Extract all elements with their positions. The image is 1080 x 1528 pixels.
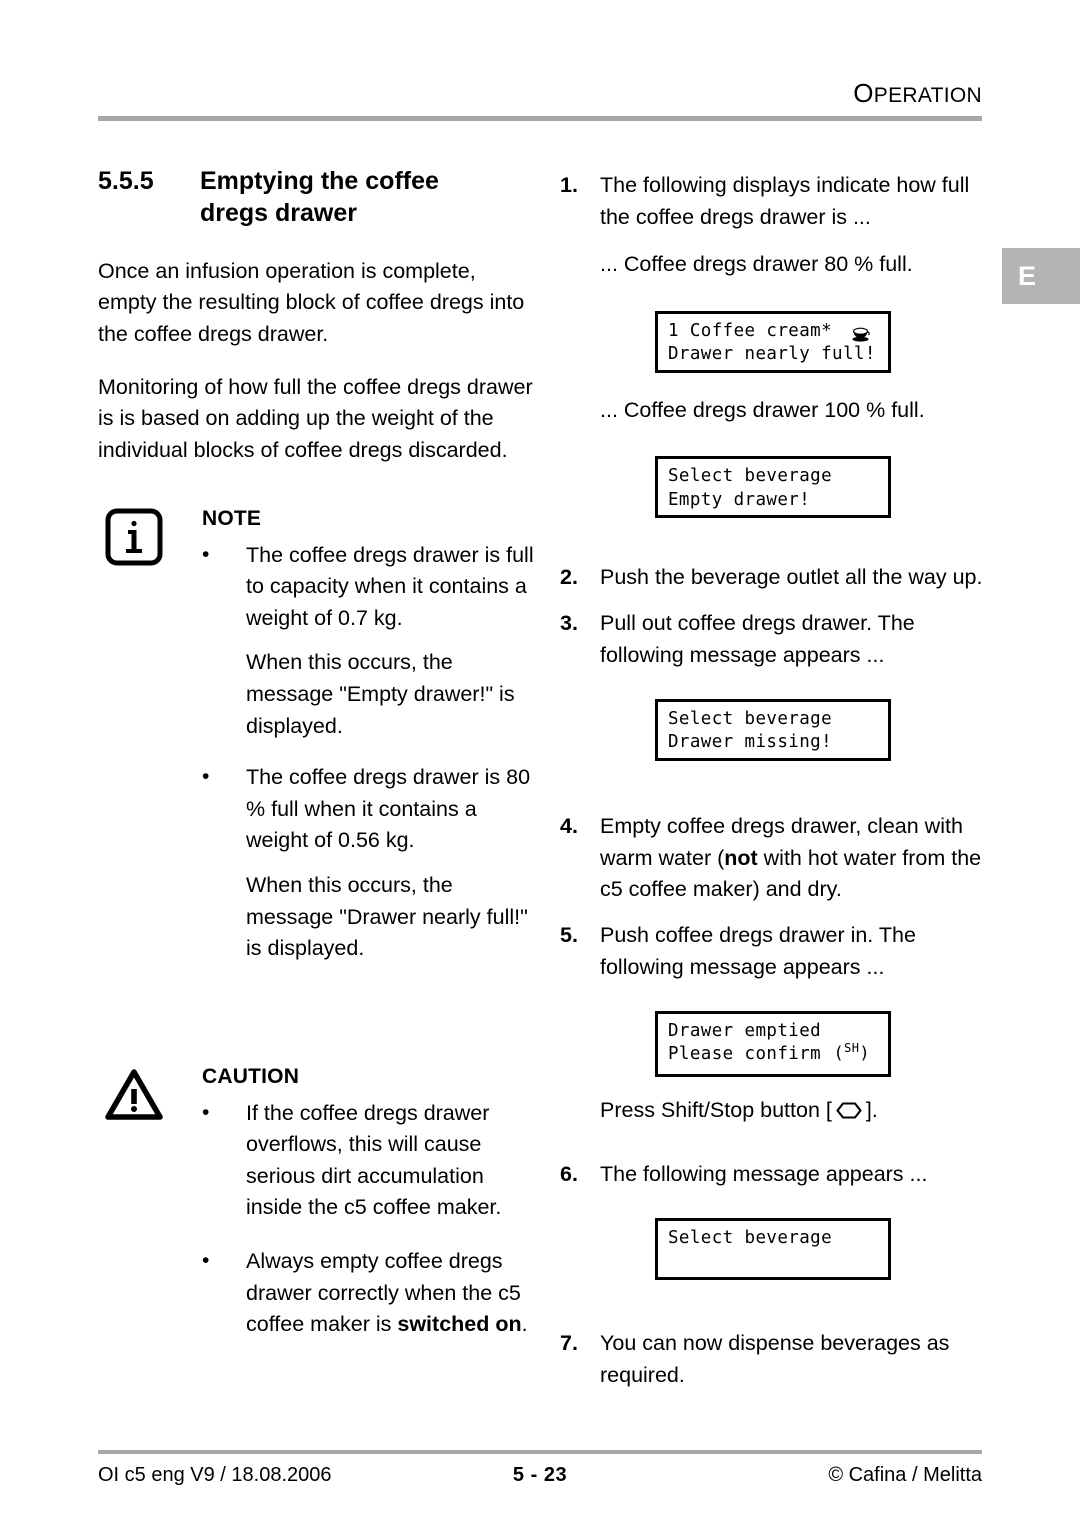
- note-title: NOTE: [202, 506, 262, 530]
- step-5: 5. Push coffee dregs drawer in. The foll…: [560, 920, 985, 983]
- header-title-rest: PERATION: [873, 84, 982, 107]
- left-column: 5.5.5 Emptying the coffee dregs drawer O…: [98, 165, 538, 1354]
- step-1-number: 1.: [560, 173, 578, 197]
- section-title-line-2: dregs drawer: [200, 199, 358, 228]
- step-4-number: 4.: [560, 814, 578, 839]
- section-title-line-1: Emptying the coffee: [200, 167, 439, 195]
- lcd-line-1: Drawer emptied: [668, 1021, 822, 1042]
- step-3: 3. Pull out coffee dregs drawer. The fol…: [560, 608, 985, 671]
- press-shift-stop-line: Press Shift/Stop button [].: [600, 1095, 985, 1127]
- step-3-number: 3.: [560, 610, 578, 635]
- caution-bullet-2-post: .: [521, 1312, 528, 1337]
- step-6: 6. The following message appears ...: [560, 1159, 985, 1191]
- step-7-text: You can now dispense beverages as requir…: [600, 1331, 950, 1387]
- caution-title: CAUTION: [202, 1064, 300, 1088]
- note-bullet-1-followup: When this occurs, the message "Empty dra…: [246, 650, 515, 738]
- note-admonition: NOTE • The coffee dregs drawer is full t…: [98, 507, 538, 965]
- lcd-display-nearly-full: 1 Coffee cream* Drawer nearly full!: [655, 310, 891, 373]
- bullet-mark: •: [202, 765, 210, 789]
- caution-body: CAUTION • If the coffee dregs drawer ove…: [202, 1065, 538, 1341]
- step-1-text: The following displays indicate how full…: [600, 173, 970, 229]
- step-2-text: Push the beverage outlet all the way up.: [600, 565, 983, 590]
- lcd-line-2: Empty drawer!: [668, 489, 811, 510]
- step-1: 1. The following displays indicate how f…: [560, 170, 985, 233]
- intro-paragraph-1: Once an infusion operation is complete, …: [98, 258, 525, 346]
- lcd-line-1: Select beverage: [668, 466, 833, 487]
- shift-stop-button-icon: [836, 1097, 862, 1119]
- section-title: Emptying the coffee dregs drawer: [200, 165, 538, 230]
- step-7-number: 7.: [560, 1331, 578, 1356]
- step-4: 4. Empty coffee dregs drawer, clean with…: [560, 811, 985, 906]
- lcd-line-1: Select beverage: [668, 1228, 833, 1249]
- bullet-mark: •: [202, 1100, 210, 1124]
- step-2: 2. Push the beverage outlet all the way …: [560, 562, 985, 594]
- lcd-display-drawer-emptied: Drawer emptied Please confirm (SH): [655, 1011, 891, 1078]
- warning-triangle-icon: [104, 1065, 164, 1125]
- info-icon: [104, 507, 164, 567]
- header-title-initial: O: [853, 78, 874, 108]
- step-4-text: Empty coffee dregs drawer, clean with wa…: [600, 811, 985, 906]
- note-bullet-2-followup: When this occurs, the message "Drawer ne…: [246, 872, 528, 961]
- lcd-display-select-beverage: Select beverage: [655, 1218, 891, 1281]
- edge-tab-label: E: [1018, 260, 1037, 291]
- step-4-bold: not: [724, 845, 758, 870]
- step-3-text: Pull out coffee dregs drawer. The follow…: [600, 610, 915, 667]
- bullet-mark: •: [202, 1249, 210, 1273]
- section-heading: 5.5.5 Emptying the coffee dregs drawer: [98, 165, 538, 230]
- right-column: 1. The following displays indicate how f…: [560, 170, 985, 1406]
- caution-bullet-2: • Always empty coffee dregs drawer corre…: [202, 1246, 538, 1341]
- lcd-line-1: Select beverage: [668, 709, 833, 730]
- caution-bullet-2-text: Always empty coffee dregs drawer correct…: [246, 1246, 538, 1341]
- lcd-display-empty-drawer: Select beverage Empty drawer!: [655, 456, 891, 519]
- header-title: OPERATION: [853, 78, 982, 109]
- footer-copyright: © Cafina / Melitta: [828, 1464, 982, 1486]
- lcd-line-2: Drawer missing!: [668, 732, 833, 753]
- document-page: OPERATION E 5.5.5 Emptying the coffee dr…: [0, 0, 1080, 1528]
- page-footer: OI c5 eng V9 / 18.08.2006 5 - 23 © Cafin…: [98, 1464, 982, 1492]
- press-shift-stop-post: ].: [865, 1098, 878, 1123]
- caption-80-percent: ... Coffee dregs drawer 80 % full.: [600, 252, 913, 277]
- header-divider: [98, 116, 982, 121]
- step-6-number: 6.: [560, 1161, 578, 1186]
- step-2-number: 2.: [560, 565, 578, 590]
- note-body: NOTE • The coffee dregs drawer is full t…: [202, 507, 538, 965]
- step-7: 7. You can now dispense beverages as req…: [560, 1328, 985, 1391]
- sh-button-label: SH: [844, 1041, 860, 1056]
- page-header: OPERATION: [98, 78, 982, 109]
- section-number: 5.5.5: [98, 167, 154, 195]
- intro-paragraph-2: Monitoring of how full the coffee dregs …: [98, 374, 533, 462]
- note-bullet-2-text: The coffee dregs drawer is 80 % full whe…: [246, 765, 531, 853]
- lcd-line-2: Drawer nearly full!: [668, 344, 876, 365]
- caption-100-percent: ... Coffee dregs drawer 100 % full.: [600, 397, 925, 422]
- caution-bullet-2-bold: switched on: [397, 1312, 522, 1337]
- caution-admonition: CAUTION • If the coffee dregs drawer ove…: [98, 1065, 538, 1341]
- coffee-cup-icon: [851, 326, 870, 342]
- caution-bullet-1-text: If the coffee dregs drawer overflows, th…: [246, 1100, 502, 1220]
- step-6-text: The following message appears ...: [600, 1161, 928, 1186]
- lcd-display-drawer-missing: Select beverage Drawer missing!: [655, 699, 891, 762]
- step-5-text: Push coffee dregs drawer in. The followi…: [600, 922, 916, 979]
- press-shift-stop-pre: Press Shift/Stop button [: [600, 1098, 832, 1123]
- note-bullet-1-text: The coffee dregs drawer is full to capac…: [246, 542, 534, 630]
- bullet-mark: •: [202, 542, 210, 566]
- footer-divider: [98, 1450, 982, 1454]
- note-bullet-1: • The coffee dregs drawer is full to cap…: [202, 540, 538, 635]
- edge-tab-language: E: [1002, 248, 1080, 304]
- note-bullet-2: • The coffee dregs drawer is 80 % full w…: [202, 762, 538, 857]
- step-5-number: 5.: [560, 922, 578, 947]
- caution-bullet-1: • If the coffee dregs drawer overflows, …: [202, 1098, 538, 1224]
- sh-button-symbol: (SH): [833, 1041, 870, 1064]
- lcd-line-1: 1 Coffee cream*: [668, 320, 833, 341]
